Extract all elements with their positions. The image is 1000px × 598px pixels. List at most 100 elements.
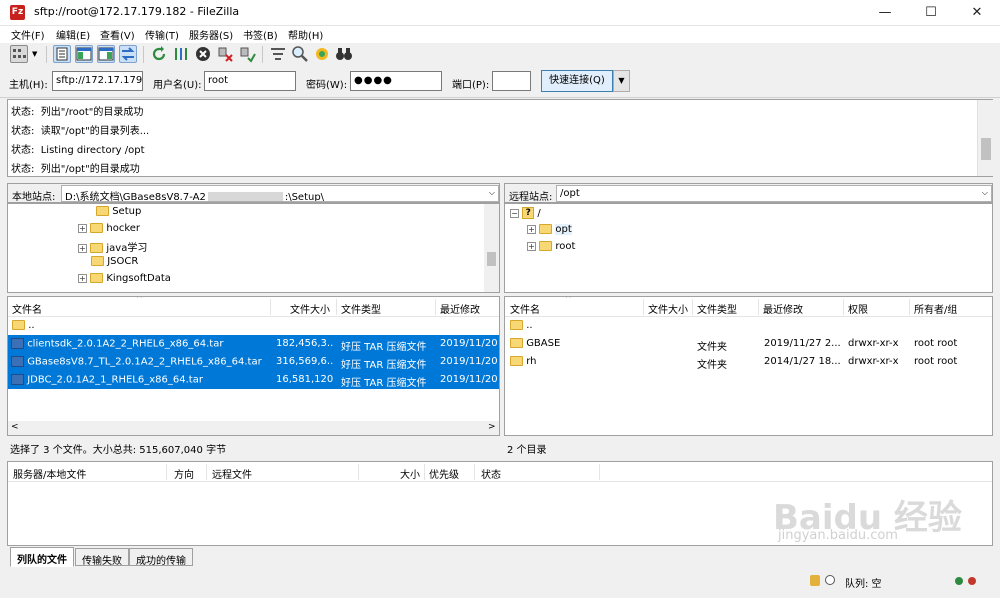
expand-icon[interactable]: + [78,243,87,253]
tree-item-java[interactable]: + java学习 [78,239,147,256]
column-divider[interactable] [358,464,359,480]
column-filesize[interactable]: 文件大小 [648,301,688,316]
remote-file-list: 文件名 ^ 文件大小 文件类型 最近修改 权限 所有者/组 .. GBASE 文… [504,296,993,436]
column-status[interactable]: 状态 [481,466,501,481]
file-row[interactable]: GBase8sV8.7_TL_2.0.1A2_2_RHEL6_x86_64.ta… [8,353,499,371]
toggle-message-log-icon[interactable] [53,45,71,63]
quickconnect-button[interactable]: 快速连接(Q) [541,70,613,92]
tab-queued-files[interactable]: 列队的文件 [10,547,74,567]
column-filetype[interactable]: 文件类型 [341,301,381,316]
column-filesize[interactable]: 文件大小 [290,301,330,316]
local-path-input[interactable]: D:\系统文档\GBase8sV8.7-A2:\Setup\ ⌵ [61,185,499,202]
column-divider[interactable] [336,299,337,315]
speed-limit-icon[interactable] [825,575,835,585]
column-permissions[interactable]: 权限 [848,301,868,316]
toggle-queue-icon[interactable] [119,45,137,63]
menu-edit[interactable]: 编辑(E) [56,27,90,42]
column-filename[interactable]: 文件名 [510,301,540,316]
column-divider[interactable] [424,464,425,480]
file-row[interactable]: rh 文件夹 2014/1/27 18... drwxr-xr-x root r… [505,353,992,371]
menu-transfer[interactable]: 传输(T) [145,27,179,42]
maximize-button[interactable]: ☐ [908,0,954,26]
column-owner[interactable]: 所有者/组 [914,301,957,316]
menu-server[interactable]: 服务器(S) [189,27,233,42]
column-divider[interactable] [909,299,910,315]
toggle-local-tree-icon[interactable] [75,45,93,63]
collapse-icon[interactable]: − [510,208,519,218]
tree-item-hocker[interactable]: + hocker [78,223,140,240]
expand-icon[interactable]: + [78,273,87,283]
local-tree-scrollbar[interactable] [484,204,499,292]
password-input[interactable]: ●●●● [350,71,442,91]
file-row-parent[interactable]: .. [505,318,992,336]
chevron-down-icon[interactable]: ⌵ [982,188,988,198]
scroll-right-icon[interactable]: > [488,422,496,432]
column-local-file[interactable]: 服务器/本地文件 [13,466,86,481]
column-filetype[interactable]: 文件类型 [697,301,737,316]
host-input[interactable]: sftp://172.17.179. [52,71,143,91]
process-queue-icon[interactable] [172,45,190,63]
tree-item-kingsoftdata[interactable]: + KingsoftData [78,273,171,290]
toggle-remote-tree-icon[interactable] [97,45,115,63]
tab-successful-transfers[interactable]: 成功的传输 [129,548,193,567]
column-divider[interactable] [643,299,644,315]
log-scroll-thumb[interactable] [981,138,991,160]
chevron-down-icon[interactable]: ⌵ [489,188,495,198]
directory-filter-icon[interactable] [269,45,287,63]
tree-item-root[interactable]: + root [527,241,575,258]
column-remote-file[interactable]: 远程文件 [212,466,252,481]
search-icon[interactable] [291,45,309,63]
file-row[interactable]: clientsdk_2.0.1A2_2_RHEL6_x86_64.tar 182… [8,335,499,353]
file-row-parent[interactable]: .. [8,318,499,336]
tab-failed-transfers[interactable]: 传输失败 [75,548,129,567]
minimize-button[interactable]: — [862,0,908,26]
column-divider[interactable] [435,299,436,315]
username-input[interactable]: root [204,71,296,91]
menu-file[interactable]: 文件(F) [11,27,45,42]
column-direction[interactable]: 方向 [174,466,194,481]
reconnect-icon[interactable] [238,45,256,63]
binoculars-icon[interactable] [335,45,353,63]
local-list-hscrollbar[interactable]: < > [8,421,499,435]
column-divider[interactable] [270,299,271,315]
log-scrollbar[interactable] [977,100,993,176]
dropdown-arrow-icon[interactable]: ▼ [32,50,40,58]
file-row[interactable]: GBASE 文件夹 2019/11/27 2... drwxr-xr-x roo… [505,335,992,353]
remote-path-input[interactable]: /opt ⌵ [556,185,992,202]
port-input[interactable] [492,71,531,91]
cancel-icon[interactable] [194,45,212,63]
scroll-left-icon[interactable]: < [11,422,19,432]
redacted-path [207,192,283,201]
column-divider[interactable] [692,299,693,315]
refresh-icon[interactable] [150,45,168,63]
site-manager-icon[interactable] [10,45,28,63]
column-size[interactable]: 大小 [400,466,420,481]
folder-icon [96,206,109,216]
column-divider[interactable] [166,464,167,480]
column-divider[interactable] [758,299,759,315]
tree-item-setup[interactable]: Setup [96,206,141,223]
column-divider[interactable] [474,464,475,480]
column-priority[interactable]: 优先级 [429,466,459,481]
close-button[interactable]: ✕ [954,0,1000,26]
quickconnect-dropdown-icon[interactable]: ▼ [613,70,630,92]
expand-icon[interactable]: + [78,223,87,233]
column-modified[interactable]: 最近修改 [763,301,803,316]
local-tree-scroll-thumb[interactable] [487,252,496,266]
menu-help[interactable]: 帮助(H) [288,27,323,42]
compare-icon[interactable] [313,45,331,63]
expand-icon[interactable]: + [527,241,536,251]
column-divider[interactable] [843,299,844,315]
tree-item-jsocr[interactable]: JSOCR [91,256,138,273]
file-row[interactable]: JDBC_2.0.1A2_1_RHEL6_x86_64.tar 16,581,1… [8,371,499,389]
column-modified[interactable]: 最近修改 [440,301,480,316]
expand-icon[interactable]: + [527,224,536,234]
column-divider[interactable] [599,464,600,480]
menu-view[interactable]: 查看(V) [100,27,135,42]
menu-bookmarks[interactable]: 书签(B) [243,27,278,42]
tree-item-root-dir[interactable]: − ? / [510,207,541,224]
column-filename[interactable]: 文件名 [12,301,42,316]
column-divider[interactable] [206,464,207,480]
tree-item-opt[interactable]: + opt [527,224,572,241]
disconnect-icon[interactable] [216,45,234,63]
